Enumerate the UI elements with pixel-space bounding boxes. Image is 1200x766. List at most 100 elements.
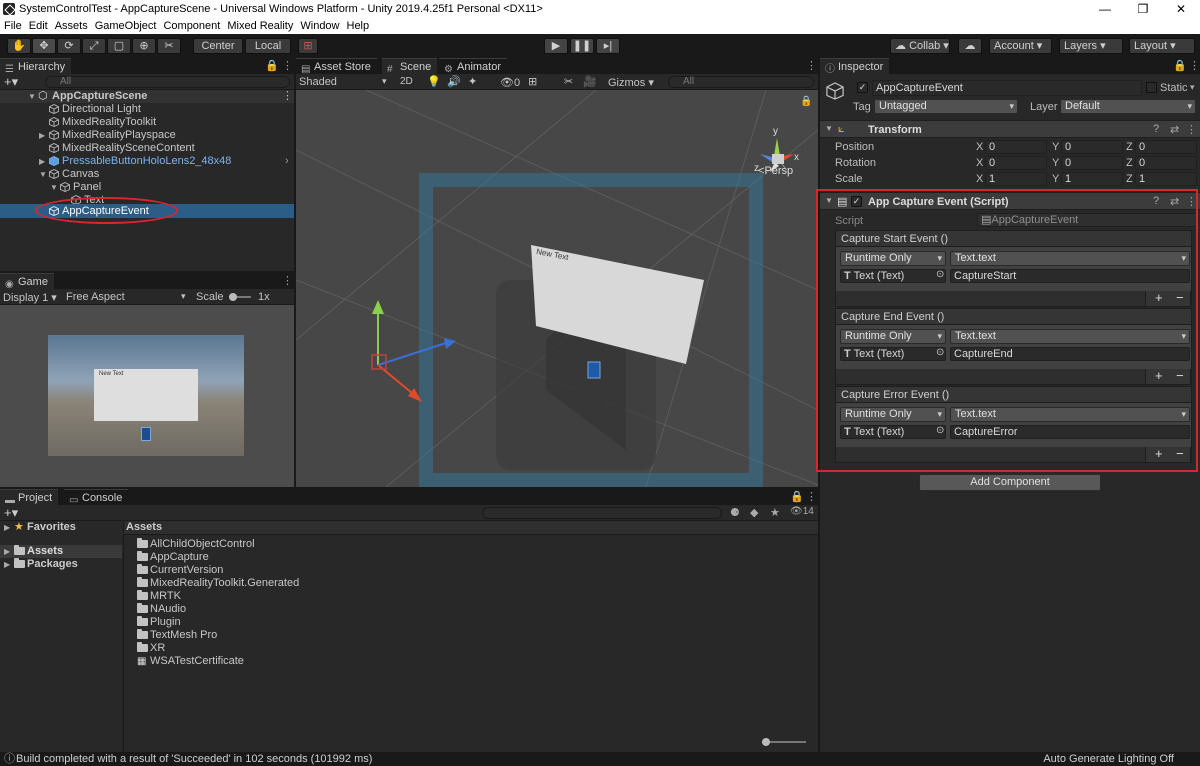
panel-menu-icon[interactable]: ⋮ <box>1189 59 1200 72</box>
position-x-field[interactable]: 0 <box>985 140 1047 154</box>
lock-icon[interactable]: 🔒 <box>800 96 812 107</box>
collapse-arrow-icon[interactable]: ▶ <box>39 155 45 168</box>
pivot-local-button[interactable]: Local <box>245 38 291 54</box>
active-checkbox[interactable]: ✓ <box>857 82 868 93</box>
expand-arrow-icon[interactable]: ▼ <box>28 90 36 103</box>
string-argument-field[interactable]: CaptureStart <box>950 269 1190 283</box>
console-info-icon[interactable]: ⓘ <box>4 752 15 766</box>
scene-viewport[interactable]: New Text y x z <Persp 🔒 <box>296 90 818 487</box>
tab-scene[interactable]: # Scene <box>382 58 438 75</box>
favorites-row[interactable]: ▶ ★ Favorites <box>0 521 122 534</box>
lighting-icon[interactable]: 💡 <box>427 75 441 88</box>
tab-animator[interactable]: ⚙ Animator <box>439 58 508 75</box>
expand-arrow-icon[interactable]: ▼ <box>39 168 47 181</box>
position-y-field[interactable]: 0 <box>1061 140 1123 154</box>
scale-slider-thumb[interactable] <box>229 293 237 301</box>
scale-y-field[interactable]: 1 <box>1061 172 1123 186</box>
breadcrumb-assets[interactable]: Assets <box>126 521 162 533</box>
string-argument-field[interactable]: CaptureEnd <box>950 347 1190 361</box>
account-dropdown[interactable]: Account ▾ <box>989 38 1052 54</box>
panel-menu-icon[interactable]: ⋮ <box>806 490 817 503</box>
collab-dropdown[interactable]: ☁ Collab ▾ <box>890 38 950 54</box>
aspect-chevron-icon[interactable]: ▾ <box>181 291 186 302</box>
panel-menu-icon[interactable]: ⋮ <box>282 59 293 72</box>
hierarchy-item[interactable]: ▶ MixedRealityPlayspace <box>0 129 294 142</box>
object-picker-icon[interactable]: ⊙ <box>936 269 944 280</box>
hierarchy-item-selected[interactable]: AppCaptureEvent <box>0 204 294 218</box>
panel-menu-icon[interactable]: ⋮ <box>806 59 817 72</box>
transform-header[interactable]: ▼ ⟀ Transform ? ⇄ ⋮ <box>820 120 1200 138</box>
rotation-x-field[interactable]: 0 <box>985 156 1047 170</box>
menu-window[interactable]: Window <box>300 20 339 32</box>
runtime-dropdown[interactable]: Runtime Only <box>840 251 946 266</box>
filter-type-icon[interactable]: ⚈ <box>730 506 740 519</box>
camera-icon[interactable]: 🎥 <box>583 75 597 88</box>
presets-icon[interactable]: ⇄ <box>1170 195 1179 208</box>
scale-slider[interactable] <box>229 293 251 301</box>
static-checkbox[interactable] <box>1146 82 1157 93</box>
rotation-y-field[interactable]: 0 <box>1061 156 1123 170</box>
shading-dropdown[interactable]: Shaded <box>299 76 337 88</box>
scale-x-field[interactable]: 1 <box>985 172 1047 186</box>
tab-game[interactable]: ◉ Game <box>0 273 54 290</box>
static-chevron-icon[interactable]: ▾ <box>1190 82 1195 93</box>
layout-dropdown[interactable]: Layout ▾ <box>1129 38 1195 54</box>
lighting-status[interactable]: Auto Generate Lighting Off <box>1043 752 1174 766</box>
create-plus-icon[interactable]: +▾ <box>4 505 18 521</box>
target-object-field[interactable]: T Text (Text) <box>840 347 946 361</box>
add-listener-button[interactable]: + <box>1155 291 1163 305</box>
lock-icon[interactable]: 🔒 <box>1173 59 1187 72</box>
component-menu-icon[interactable]: ⋮ <box>1186 123 1197 136</box>
scale-z-field[interactable]: 1 <box>1135 172 1197 186</box>
hierarchy-item[interactable]: MixedRealitySceneContent <box>0 142 294 155</box>
icon-size-slider-thumb[interactable] <box>762 738 770 746</box>
menu-help[interactable]: Help <box>347 20 370 32</box>
object-picker-icon[interactable]: ⊙ <box>936 425 944 436</box>
script-reference-field[interactable]: ▤AppCaptureEvent <box>977 213 1197 227</box>
collapse-arrow-icon[interactable]: ▶ <box>39 129 45 142</box>
orientation-gizmo[interactable]: y x z <box>752 126 806 186</box>
effects-icon[interactable]: ✦ <box>468 75 477 88</box>
tag-dropdown[interactable]: Untagged <box>874 99 1018 114</box>
menu-assets[interactable]: Assets <box>55 20 88 32</box>
rotate-tool-icon[interactable]: ⟳ <box>57 38 81 54</box>
tab-asset-store[interactable]: ▤ Asset Store <box>296 58 377 75</box>
custom-tool-icon[interactable]: ✂ <box>157 38 181 54</box>
favorite-star-icon[interactable]: ★ <box>770 506 780 519</box>
object-name-field[interactable]: AppCaptureEvent <box>872 80 1142 96</box>
target-object-field[interactable]: T Text (Text) <box>840 269 946 283</box>
icon-size-slider[interactable] <box>762 738 806 746</box>
menu-component[interactable]: Component <box>163 20 220 32</box>
lock-icon[interactable]: 🔒 <box>790 490 804 503</box>
menu-mixed-reality[interactable]: Mixed Reality <box>227 20 293 32</box>
lock-icon[interactable]: 🔒 <box>265 59 279 72</box>
game-viewport[interactable]: New Text <box>0 305 294 487</box>
status-message[interactable]: Build completed with a result of 'Succee… <box>16 752 372 766</box>
display-dropdown[interactable]: Display 1 ▾ <box>3 291 57 304</box>
remove-listener-button[interactable]: − <box>1176 369 1184 383</box>
minimize-button[interactable]: — <box>1086 0 1124 18</box>
transform-tool-icon[interactable]: ⊕ <box>132 38 156 54</box>
hierarchy-item[interactable]: ▶ PressableButtonHoloLens2_48x48 › <box>0 155 294 168</box>
presets-icon[interactable]: ⇄ <box>1170 123 1179 136</box>
function-dropdown[interactable]: Text.text <box>950 329 1190 344</box>
move-tool-icon[interactable]: ✥ <box>32 38 56 54</box>
scene-search-input[interactable]: All <box>668 76 814 88</box>
layer-dropdown[interactable]: Default <box>1060 99 1196 114</box>
aspect-dropdown[interactable]: Free Aspect <box>66 291 125 303</box>
hierarchy-item[interactable]: Directional Light <box>0 103 294 116</box>
grid-snap-icon[interactable]: ⊞ <box>298 38 318 54</box>
step-button[interactable]: ▸| <box>596 38 620 54</box>
tab-inspector[interactable]: ⓘ Inspector <box>820 58 890 75</box>
play-button[interactable]: ▶ <box>544 38 568 54</box>
menu-edit[interactable]: Edit <box>29 20 48 32</box>
rotation-z-field[interactable]: 0 <box>1135 156 1197 170</box>
position-z-field[interactable]: 0 <box>1135 140 1197 154</box>
script-component-header[interactable]: ▼ ▤ ✓ App Capture Event (Script) ? ⇄ ⋮ <box>820 192 1200 210</box>
layers-dropdown[interactable]: Layers ▾ <box>1059 38 1123 54</box>
hand-tool-icon[interactable]: ✋ <box>7 38 31 54</box>
tab-hierarchy[interactable]: ☰ Hierarchy <box>0 58 72 75</box>
tools-icon[interactable]: ✂ <box>564 75 573 88</box>
menu-gameobject[interactable]: GameObject <box>95 20 157 32</box>
help-icon[interactable]: ? <box>1153 123 1159 135</box>
